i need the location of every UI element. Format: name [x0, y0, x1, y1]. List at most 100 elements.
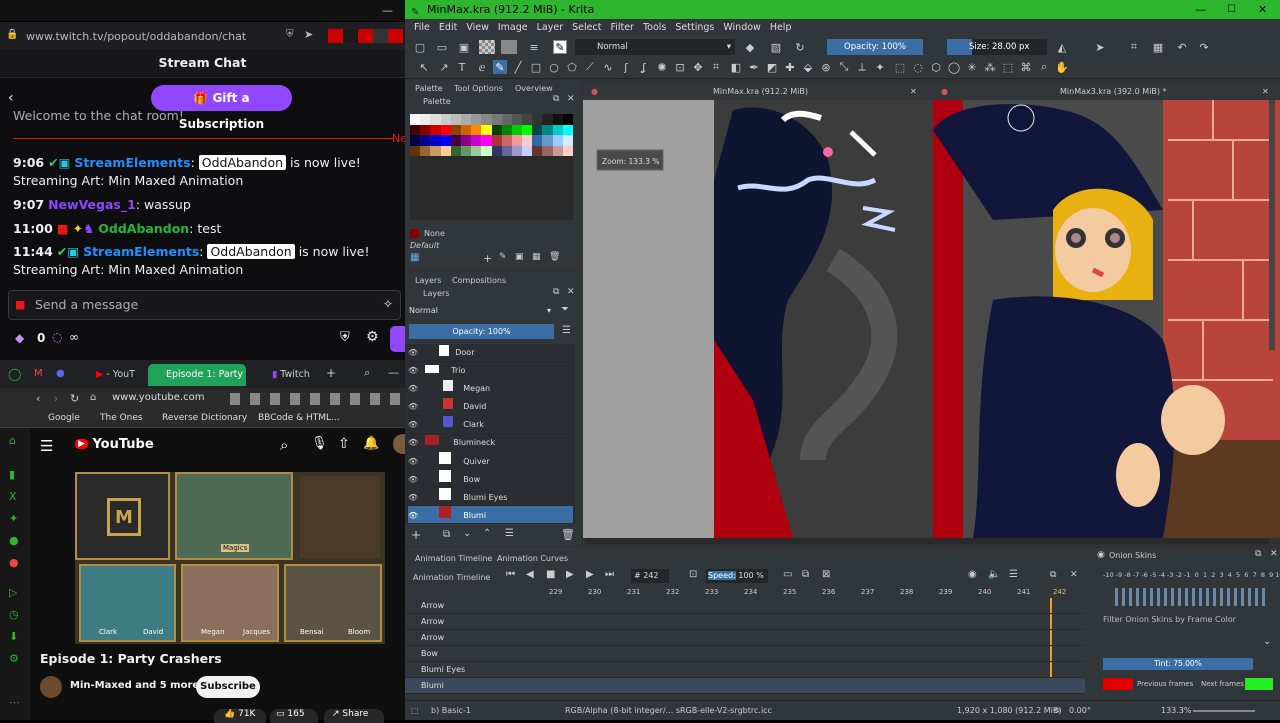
settings-gear-icon[interactable]: ⚙: [366, 329, 379, 345]
chat-username[interactable]: NewVegas_1: [48, 197, 136, 212]
layer-row[interactable]: 👁 Bow: [408, 470, 573, 488]
tab-twitch[interactable]: ▮ Twitch: [254, 364, 318, 386]
prev-frames-color[interactable]: [1103, 678, 1133, 690]
tab-animation-curves[interactable]: Animation Curves: [497, 554, 568, 563]
settings-icon[interactable]: ⚙: [9, 652, 19, 665]
selection-icon[interactable]: ⬚: [411, 701, 419, 721]
palette-swatch[interactable]: [532, 124, 543, 135]
gift-subscription-button[interactable]: 🎁 Gift a Subscription: [151, 85, 292, 131]
onion-skin-icon[interactable]: ◉: [968, 569, 977, 580]
menu-edit[interactable]: Edit: [439, 22, 457, 33]
add-layer-icon[interactable]: +: [411, 528, 421, 542]
open-document-icon[interactable]: ▭: [435, 40, 449, 54]
chat-address-bar[interactable]: 🔒 www.twitch.tv/popout/oddabandon/chat ⛨…: [0, 22, 405, 50]
canvas-right-document[interactable]: [933, 100, 1280, 538]
menu-help[interactable]: Help: [770, 22, 792, 33]
palette-swatches[interactable]: [410, 114, 573, 156]
tab-layers[interactable]: Layers: [415, 276, 441, 285]
palette-swatch[interactable]: [450, 135, 461, 146]
palette-swatch[interactable]: [552, 145, 563, 156]
x-icon[interactable]: X: [9, 490, 17, 503]
bezier-tool-icon[interactable]: ∿: [601, 60, 615, 74]
palette-swatch[interactable]: [491, 124, 502, 135]
bookmark-reverse-dictionary[interactable]: Reverse Dictionary: [162, 413, 247, 423]
gradient-tool-icon[interactable]: ◧: [729, 60, 743, 74]
menu-window[interactable]: Window: [723, 22, 760, 33]
blend-mode-select[interactable]: Normal ▾: [575, 39, 735, 55]
eye-icon[interactable]: 👁: [408, 366, 418, 375]
remove-keyframe-icon[interactable]: ⊠: [822, 569, 830, 580]
move-tool-icon[interactable]: ✥: [691, 60, 705, 74]
layer-row[interactable]: 👁 Door: [408, 344, 573, 362]
brush-settings-icon[interactable]: ≡: [527, 40, 541, 54]
mention[interactable]: OddAbandon: [207, 244, 295, 259]
comments-button[interactable]: ▭ 165: [270, 709, 318, 723]
bezier-select-icon[interactable]: ⬚: [1001, 60, 1015, 74]
palette-swatch[interactable]: [522, 114, 533, 125]
palette-swatch[interactable]: [532, 135, 543, 146]
reference-tool-icon[interactable]: ✦: [873, 60, 887, 74]
palette-swatch[interactable]: [511, 114, 523, 125]
zoom-tool-icon[interactable]: ⌕: [1037, 60, 1051, 74]
close-icon[interactable]: ✕: [567, 94, 575, 104]
send-message-input[interactable]: Send a message: [8, 290, 401, 320]
opera-icon[interactable]: ◯: [8, 367, 21, 381]
palette-swatch[interactable]: [501, 135, 512, 146]
multibrush-icon[interactable]: ✺: [655, 60, 669, 74]
canvas-h-scrollbar[interactable]: [585, 538, 1270, 544]
mirror-vertical-icon[interactable]: ➤: [1093, 40, 1107, 54]
music-icon[interactable]: ●: [9, 556, 19, 569]
palette-swatch[interactable]: [471, 124, 482, 135]
palette-swatch[interactable]: [522, 145, 533, 156]
palette-swatch[interactable]: [440, 145, 451, 156]
maximize-icon[interactable]: ☐: [1227, 0, 1236, 19]
tab-compositions[interactable]: Compositions: [452, 276, 506, 285]
youtube-address-bar[interactable]: ‹ › ↻ ⌂ www.youtube.com: [0, 388, 405, 410]
close-icon[interactable]: ✕: [910, 83, 917, 100]
float-icon[interactable]: ⧉: [1255, 549, 1261, 559]
freehand-path-icon[interactable]: ʃ: [619, 60, 633, 74]
chat-username[interactable]: StreamElements: [83, 244, 199, 259]
speed-field[interactable]: Speed: 100 %: [706, 569, 768, 583]
palette-swatch[interactable]: [410, 124, 421, 135]
edit-shapes-icon[interactable]: ↗: [437, 60, 451, 74]
brush-tool-icon[interactable]: ✎: [493, 60, 507, 74]
channel-name[interactable]: Min-Maxed and 5 more: [70, 680, 199, 691]
palette-swatch[interactable]: [562, 124, 573, 135]
edit-swatch-icon[interactable]: ✎: [499, 252, 507, 262]
delete-layer-icon[interactable]: 🗑: [561, 528, 575, 541]
duplicate-keyframe-icon[interactable]: ⧉: [802, 569, 809, 580]
crop-tool-icon[interactable]: ⌗: [709, 60, 723, 74]
ellipse-tool-icon[interactable]: ○: [547, 60, 561, 74]
palette-swatch[interactable]: [491, 145, 502, 156]
upload-icon[interactable]: ⇧: [338, 436, 350, 452]
chat-username[interactable]: StreamElements: [74, 155, 190, 170]
layer-row-selected[interactable]: 👁 Blumi: [408, 506, 573, 524]
frame-number-field[interactable]: # 242: [631, 569, 669, 583]
palette-swatch[interactable]: [542, 135, 553, 146]
layer-row[interactable]: 👁 Clark: [408, 416, 573, 434]
palette-swatch[interactable]: [501, 124, 512, 135]
add-swatch-icon[interactable]: +: [483, 252, 492, 265]
next-frames-color[interactable]: [1245, 678, 1273, 690]
save-palette-icon[interactable]: ▣: [515, 252, 524, 262]
close-icon[interactable]: ✕: [1070, 570, 1078, 580]
menu-select[interactable]: Select: [572, 22, 601, 33]
play-icon[interactable]: ▶: [566, 569, 574, 580]
bookmark-the-ones[interactable]: The Ones: [100, 413, 143, 423]
palette-swatch[interactable]: [522, 124, 533, 135]
palette-swatch[interactable]: [460, 145, 472, 156]
palette-swatch[interactable]: [562, 145, 573, 156]
first-frame-icon[interactable]: ⏮: [506, 569, 515, 580]
youtube-url[interactable]: www.youtube.com: [112, 392, 204, 403]
layer-menu-icon[interactable]: ☰: [562, 325, 571, 336]
onion-filter-label[interactable]: Filter Onion Skins by Frame Color: [1103, 615, 1236, 624]
transform-tool-icon[interactable]: ⊡: [673, 60, 687, 74]
duplicate-layer-icon[interactable]: ⧉: [443, 529, 450, 540]
forward-icon[interactable]: ›: [54, 392, 58, 405]
status-color-profile[interactable]: RGB/Alpha (8-bit integer/... sRGB-elle-V…: [565, 701, 772, 721]
close-icon[interactable]: ✕: [567, 287, 575, 297]
move-layer-up-icon[interactable]: ⌃: [483, 528, 491, 539]
next-frame-icon[interactable]: ▶: [586, 569, 594, 580]
filter-icon[interactable]: ⏷: [561, 304, 569, 315]
